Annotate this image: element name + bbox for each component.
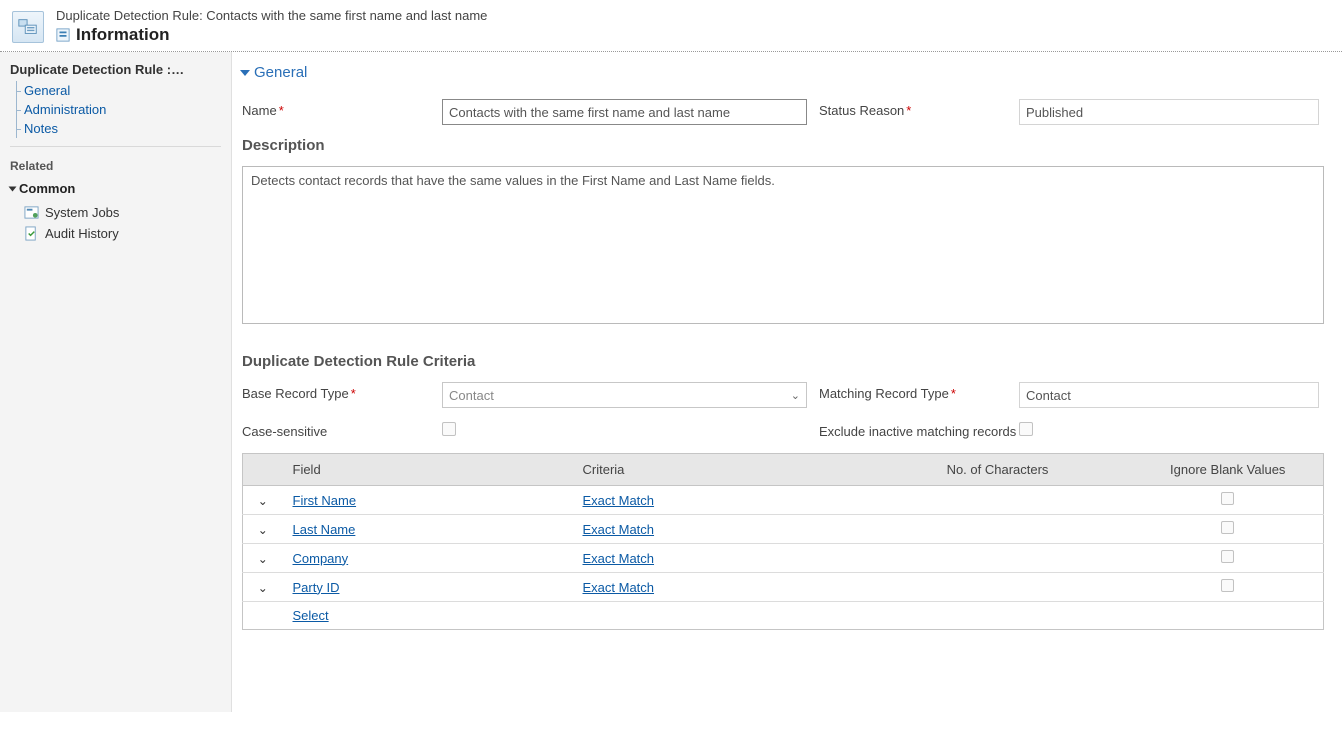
caret-down-icon — [240, 70, 250, 76]
ignore-blank-checkbox[interactable] — [1221, 492, 1234, 505]
criteria-heading: Duplicate Detection Rule Criteria — [242, 353, 1342, 370]
base-record-type-select[interactable]: Contact ⌄ — [442, 382, 807, 408]
chevron-down-icon[interactable]: ⌄ — [258, 523, 268, 537]
description-textarea[interactable] — [242, 166, 1324, 324]
page-title: Information — [76, 25, 170, 45]
criteria-table: Field Criteria No. of Characters Ignore … — [242, 453, 1324, 630]
page-header: Duplicate Detection Rule: Contacts with … — [0, 0, 1342, 52]
required-icon: * — [951, 386, 956, 401]
info-icon — [56, 28, 70, 42]
name-input[interactable] — [442, 99, 807, 125]
ignore-blank-checkbox[interactable] — [1221, 521, 1234, 534]
sidebar-divider — [10, 146, 221, 147]
table-row: ⌄ Party ID Exact Match — [243, 573, 1324, 602]
name-label: Name* — [242, 99, 442, 125]
sidebar-item-system-jobs[interactable]: System Jobs — [24, 202, 221, 223]
required-icon: * — [906, 103, 911, 118]
table-header-criteria: Criteria — [573, 454, 863, 486]
case-sensitive-label: Case-sensitive — [242, 420, 442, 439]
section-general-label: General — [254, 64, 307, 81]
select-field-link[interactable]: Select — [293, 608, 329, 623]
sidebar-group-common[interactable]: Common — [10, 181, 221, 196]
criteria-link[interactable]: Exact Match — [583, 580, 655, 595]
table-row: ⌄ Company Exact Match — [243, 544, 1324, 573]
exclude-inactive-label: Exclude inactive matching records — [819, 420, 1019, 439]
chevron-down-icon[interactable]: ⌄ — [258, 494, 268, 508]
criteria-link[interactable]: Exact Match — [583, 493, 655, 508]
chevron-down-icon[interactable]: ⌄ — [258, 552, 268, 566]
status-reason-label: Status Reason* — [819, 99, 1019, 125]
table-row: ⌄ Last Name Exact Match — [243, 515, 1324, 544]
table-header-chars: No. of Characters — [863, 454, 1133, 486]
table-row: ⌄ First Name Exact Match — [243, 486, 1324, 515]
breadcrumb: Duplicate Detection Rule: Contacts with … — [56, 8, 487, 23]
field-link[interactable]: First Name — [293, 493, 357, 508]
sidebar-tree: General Administration Notes — [10, 81, 221, 138]
ignore-blank-checkbox[interactable] — [1221, 550, 1234, 563]
case-sensitive-checkbox[interactable] — [442, 422, 456, 436]
chevron-down-icon: ⌄ — [791, 389, 800, 402]
matching-record-type-label: Matching Record Type* — [819, 382, 1019, 408]
required-icon: * — [279, 103, 284, 118]
matching-record-type-field: Contact — [1019, 382, 1319, 408]
sidebar-related-label: Related — [10, 159, 221, 173]
sidebar-item-notes[interactable]: Notes — [14, 119, 221, 138]
description-label: Description — [242, 137, 1342, 154]
status-reason-field: Published — [1019, 99, 1319, 125]
sidebar-heading: Duplicate Detection Rule :… — [10, 62, 221, 77]
entity-icon — [12, 11, 44, 43]
sidebar-item-label: Audit History — [45, 226, 119, 241]
sidebar-item-administration[interactable]: Administration — [14, 100, 221, 119]
caret-down-icon — [9, 186, 17, 191]
criteria-link[interactable]: Exact Match — [583, 522, 655, 537]
sidebar-item-label: System Jobs — [45, 205, 119, 220]
criteria-link[interactable]: Exact Match — [583, 551, 655, 566]
table-header-ignore: Ignore Blank Values — [1133, 454, 1324, 486]
base-record-type-label: Base Record Type* — [242, 382, 442, 408]
ignore-blank-checkbox[interactable] — [1221, 579, 1234, 592]
field-link[interactable]: Company — [293, 551, 349, 566]
section-general-header[interactable]: General — [242, 64, 1342, 81]
sidebar-item-general[interactable]: General — [14, 81, 221, 100]
field-link[interactable]: Last Name — [293, 522, 356, 537]
table-row-select: Select — [243, 602, 1324, 630]
sidebar-group-label: Common — [19, 181, 75, 196]
required-icon: * — [351, 386, 356, 401]
main-content: General Name* Status Reason* Published D… — [232, 52, 1342, 712]
chevron-down-icon[interactable]: ⌄ — [258, 581, 268, 595]
exclude-inactive-checkbox[interactable] — [1019, 422, 1033, 436]
table-header-handle — [243, 454, 283, 486]
sidebar-item-audit-history[interactable]: Audit History — [24, 223, 221, 244]
audit-history-icon — [24, 226, 39, 241]
nav-sidebar: Duplicate Detection Rule :… General Admi… — [0, 52, 232, 712]
field-link[interactable]: Party ID — [293, 580, 340, 595]
system-jobs-icon — [24, 205, 39, 220]
table-header-field: Field — [283, 454, 573, 486]
